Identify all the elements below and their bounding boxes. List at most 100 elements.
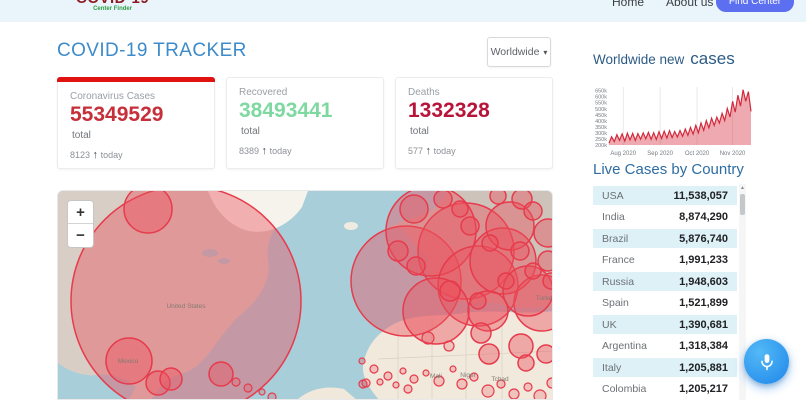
- map-zoom-out-button[interactable]: −: [68, 224, 93, 247]
- case-bubble[interactable]: [433, 191, 453, 209]
- country-name: Spain: [602, 297, 629, 309]
- country-cases: 1,991,233: [679, 254, 728, 266]
- case-bubble[interactable]: [422, 369, 430, 377]
- case-bubble[interactable]: [449, 365, 457, 373]
- case-bubble[interactable]: [523, 201, 543, 221]
- map-zoom-control: + −: [67, 200, 94, 248]
- case-bubble[interactable]: [469, 292, 487, 310]
- case-bubble[interactable]: [399, 194, 429, 224]
- case-bubble[interactable]: [481, 384, 495, 398]
- microphone-icon: [760, 353, 773, 370]
- table-row[interactable]: Italy 1,205,881: [593, 358, 737, 377]
- map-zoom-in-button[interactable]: +: [68, 201, 93, 224]
- map-place-label: Niger: [460, 372, 476, 379]
- case-bubble[interactable]: [533, 389, 547, 400]
- table-row[interactable]: Argentina 1,318,384: [593, 336, 737, 356]
- stat-card-deaths[interactable]: Deaths 1332328 total 577 ↑ today: [395, 77, 553, 169]
- case-bubble[interactable]: [508, 388, 520, 399]
- table-row[interactable]: Russia 1,948,603: [593, 272, 737, 291]
- table-row[interactable]: Colombia 1,205,217: [593, 379, 737, 399]
- country-name: Argentina: [602, 340, 647, 352]
- case-bubble[interactable]: [361, 378, 371, 388]
- case-bubble[interactable]: [439, 280, 461, 302]
- case-bubble[interactable]: [258, 388, 266, 396]
- case-bubble[interactable]: [456, 378, 468, 390]
- case-bubble[interactable]: [510, 241, 530, 261]
- country-name: Brazil: [602, 232, 629, 245]
- table-row[interactable]: India 8,874,290: [593, 207, 737, 227]
- case-bubble[interactable]: [421, 331, 435, 345]
- world-map[interactable]: United States Mexico Mali Niger Tchad Turke +…: [57, 190, 553, 400]
- table-row[interactable]: Spain 1,521,899: [593, 293, 737, 313]
- live-cases-table: USA 11,538,057 India 8,874,290 Brazil 5,876,7…: [593, 186, 737, 400]
- table-row[interactable]: France 1,991,233: [593, 250, 737, 270]
- case-bubble[interactable]: [536, 344, 553, 364]
- stat-card-cases[interactable]: Coronavirus Cases 55349529 total 8123 ↑ …: [57, 77, 215, 169]
- svg-text:200k: 200k: [595, 143, 607, 149]
- case-bubble[interactable]: [481, 234, 499, 252]
- case-bubble[interactable]: [478, 343, 500, 365]
- case-bubble[interactable]: [231, 377, 241, 387]
- country-name: France: [602, 254, 635, 266]
- case-bubble[interactable]: [497, 272, 515, 290]
- country-name: UK: [602, 318, 617, 331]
- case-bubble[interactable]: [243, 383, 253, 393]
- svg-text:Sep 2020: Sep 2020: [647, 151, 673, 157]
- stat-value: 55349529: [70, 103, 164, 126]
- up-arrow-icon: ↑: [425, 145, 432, 157]
- svg-text:Oct 2020: Oct 2020: [685, 151, 710, 157]
- table-row[interactable]: UK 1,390,681: [593, 315, 737, 334]
- case-bubble[interactable]: [208, 361, 234, 387]
- stat-today: 8389 ↑ today: [239, 145, 292, 157]
- stat-card-recovered[interactable]: Recovered 38493441 total 8389 ↑ today: [226, 77, 384, 169]
- case-bubble[interactable]: [159, 367, 183, 391]
- table-row[interactable]: USA 11,538,057: [593, 186, 737, 205]
- stat-value: 38493441: [239, 99, 333, 122]
- region-dropdown[interactable]: Worldwide ▾: [487, 37, 551, 67]
- case-bubble[interactable]: [70, 191, 302, 400]
- find-center-button[interactable]: Find Center: [716, 0, 794, 12]
- chart-title: Worldwide new cases: [593, 49, 735, 68]
- case-bubble[interactable]: [508, 333, 534, 359]
- case-bubble[interactable]: [358, 357, 366, 365]
- stat-label: Recovered: [239, 87, 288, 98]
- map-place-label: Turke: [536, 295, 553, 302]
- case-bubble[interactable]: [406, 256, 426, 276]
- case-bubble[interactable]: [376, 378, 384, 386]
- case-bubble[interactable]: [451, 200, 469, 218]
- case-bubble[interactable]: [443, 340, 455, 352]
- logo[interactable]: COVID-19 Center Finder: [76, 0, 149, 13]
- case-bubble[interactable]: [489, 191, 507, 205]
- country-name: Russia: [602, 275, 635, 288]
- case-bubble[interactable]: [369, 364, 379, 374]
- case-bubble[interactable]: [387, 240, 409, 262]
- case-bubble[interactable]: [546, 377, 553, 389]
- voice-mic-button[interactable]: [744, 339, 789, 384]
- case-bubble[interactable]: [403, 384, 413, 394]
- case-bubble[interactable]: [524, 262, 542, 280]
- case-bubble[interactable]: [470, 322, 492, 344]
- logo-subtitle: Center Finder: [93, 6, 133, 12]
- case-bubble[interactable]: [267, 392, 277, 400]
- case-bubble[interactable]: [517, 354, 535, 372]
- case-bubble[interactable]: [542, 272, 553, 290]
- nav-link-home[interactable]: Home: [612, 0, 644, 9]
- case-bubble[interactable]: [392, 381, 400, 389]
- case-bubble[interactable]: [523, 382, 533, 392]
- chevron-down-icon: ▾: [543, 47, 548, 57]
- case-bubble[interactable]: [460, 216, 480, 236]
- case-bubble[interactable]: [383, 371, 393, 381]
- landmass-iceland: [344, 222, 358, 230]
- nav-link-about[interactable]: About us: [666, 0, 713, 9]
- svg-text:Nov 2020: Nov 2020: [720, 151, 746, 157]
- scrollbar-thumb[interactable]: [740, 194, 745, 215]
- case-bubble[interactable]: [409, 374, 419, 384]
- scrollbar-up-arrow[interactable]: ▲: [739, 184, 746, 193]
- case-bubble[interactable]: [399, 367, 407, 375]
- svg-text:Aug 2020: Aug 2020: [610, 151, 636, 157]
- landmass-south-america: [298, 387, 356, 399]
- map-place-label: United States: [166, 303, 206, 310]
- covid-tracker-app: COVID-19 Center Finder Home About us Fin…: [0, 0, 806, 400]
- table-row[interactable]: Brazil 5,876,740: [593, 229, 737, 248]
- case-bubble[interactable]: [123, 191, 173, 234]
